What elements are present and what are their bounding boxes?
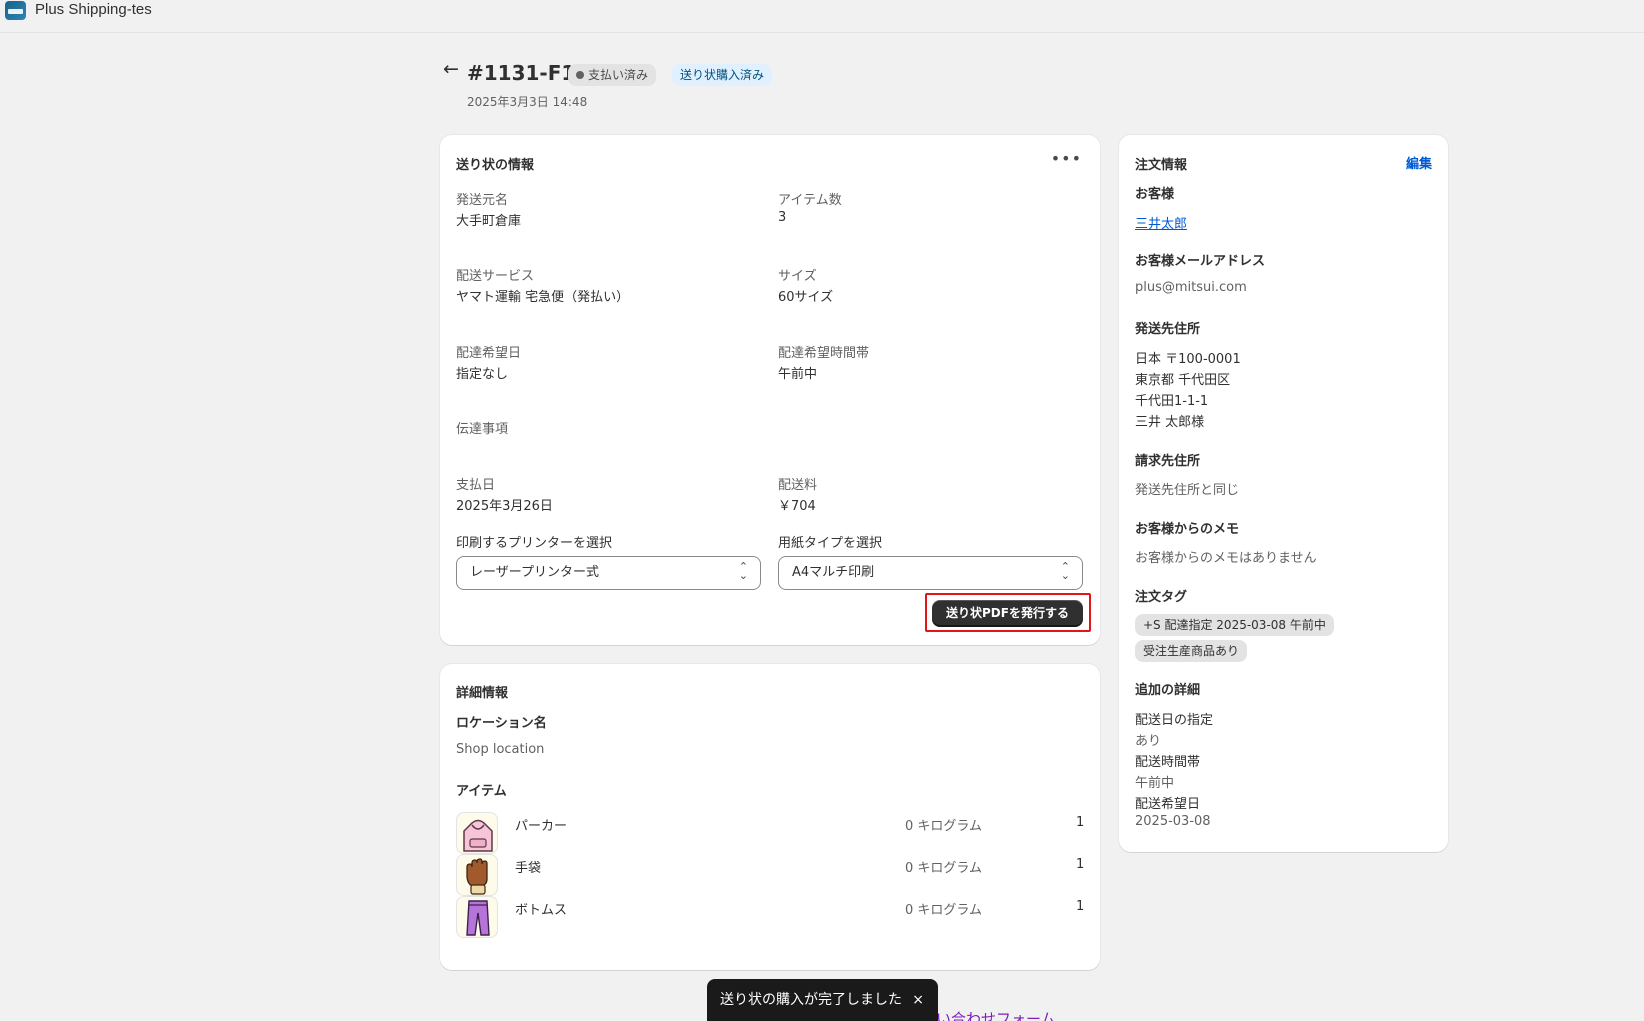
- order-tag: 受注生産商品あり: [1135, 640, 1248, 662]
- ship-address-line: 東京都 千代田区: [1135, 373, 1231, 388]
- ship-address-line: 日本 〒100-0001: [1135, 352, 1241, 367]
- page-title: #1131-F1: [467, 61, 576, 85]
- extra-detail-key: 配送希望日: [1135, 797, 1201, 812]
- size-label: サイズ: [778, 269, 817, 284]
- extra-detail-value: あり: [1135, 734, 1162, 749]
- item-name: パーカー: [515, 819, 568, 834]
- details-card: 詳細情報 ロケーション名 Shop location アイテム パーカー 0 キ…: [440, 664, 1100, 970]
- service-label: 配送サービス: [456, 269, 535, 284]
- item-weight: 0 キログラム: [905, 861, 983, 876]
- printer-select[interactable]: レーザープリンター式 ⌃ ⌄: [456, 556, 761, 590]
- delivery-date-value: 指定なし: [456, 367, 509, 382]
- fee-label: 配送料: [778, 478, 818, 493]
- paper-select-label: 用紙タイプを選択: [778, 536, 883, 551]
- ship-address-line: 千代田1-1-1: [1135, 394, 1209, 409]
- sender-label: 発送元名: [456, 193, 509, 208]
- extra-detail-value: 2025-03-08: [1135, 814, 1211, 829]
- ship-address-line: 三井 太郎様: [1135, 415, 1205, 430]
- email-value: plus@mitsui.com: [1135, 280, 1247, 295]
- printer-select-label: 印刷するプリンターを選択: [456, 536, 613, 551]
- card-title: 注文情報: [1135, 158, 1188, 173]
- close-icon[interactable]: ×: [912, 979, 924, 1021]
- paper-type-select[interactable]: A4マルチ印刷 ⌃ ⌄: [778, 556, 1083, 590]
- item-name: ボトムス: [515, 903, 568, 918]
- order-tag: +S 配達指定 2025-03-08 午前中: [1135, 614, 1334, 636]
- bill-address-label: 請求先住所: [1135, 454, 1201, 469]
- extra-detail-value: 午前中: [1135, 776, 1175, 791]
- select-chevron-icon: ⌃ ⌄: [1060, 560, 1070, 582]
- sender-value: 大手町倉庫: [456, 214, 522, 229]
- app-title: Plus Shipping-tes: [35, 1, 152, 18]
- item-name: 手袋: [515, 861, 542, 876]
- payment-status-badge: 支払い済み: [568, 64, 657, 86]
- contact-form-link[interactable]: い合わせフォーム: [936, 1008, 1056, 1021]
- item-qty: 1: [1076, 899, 1085, 914]
- delivery-time-label: 配達希望時間帯: [778, 346, 870, 361]
- memo-label: お客様からのメモ: [1135, 522, 1240, 537]
- extra-details-label: 追加の詳細: [1135, 683, 1201, 698]
- item-weight: 0 キログラム: [905, 903, 983, 918]
- app-topbar: Plus Shipping-tes: [0, 0, 1644, 33]
- pants-icon: [456, 896, 498, 938]
- delivery-date-label: 配達希望日: [456, 346, 522, 361]
- pay-date-value: 2025年3月26日: [456, 499, 553, 514]
- email-label: お客様メールアドレス: [1135, 254, 1266, 269]
- extra-detail-key: 配送日の指定: [1135, 713, 1214, 728]
- fee-value: ￥704: [778, 499, 816, 514]
- order-date: 2025年3月3日 14:48: [467, 95, 588, 109]
- toast-message: 送り状の購入が完了しました: [720, 992, 902, 1008]
- customer-name-link[interactable]: 三井太郎: [1135, 213, 1187, 232]
- location-value: Shop location: [456, 742, 545, 757]
- select-chevron-icon: ⌃ ⌄: [738, 560, 748, 582]
- issue-label-pdf-button[interactable]: 送り状PDFを発行する: [932, 600, 1083, 627]
- items-label: アイテム: [456, 784, 507, 799]
- customer-label: お客様: [1135, 187, 1175, 202]
- toast-notification: 送り状の購入が完了しました ×: [707, 979, 938, 1021]
- shipping-label-card: 送り状の情報 ••• 発送元名 大手町倉庫 アイテム数 3 配送サービス ヤマト…: [440, 135, 1100, 645]
- size-value: 60サイズ: [778, 290, 834, 305]
- item-count-label: アイテム数: [778, 193, 842, 208]
- order-info-card: 注文情報 編集 お客様 三井太郎 お客様メールアドレス plus@mitsui.…: [1119, 135, 1448, 852]
- printer-select-value: レーザープリンター式: [470, 565, 599, 580]
- paper-select-value: A4マルチ印刷: [792, 565, 875, 580]
- more-actions-icon[interactable]: •••: [1051, 149, 1082, 168]
- edit-link[interactable]: 編集: [1406, 153, 1432, 172]
- hoodie-icon: [456, 812, 498, 854]
- location-label: ロケーション名: [456, 716, 547, 731]
- bill-address-value: 発送先住所と同じ: [1135, 483, 1240, 498]
- label-status-badge: 送り状購入済み: [672, 64, 773, 86]
- pay-date-label: 支払日: [456, 478, 496, 493]
- tags-label: 注文タグ: [1135, 590, 1188, 605]
- item-qty: 1: [1076, 815, 1085, 830]
- delivery-time-value: 午前中: [778, 367, 818, 382]
- card-title: 詳細情報: [456, 686, 509, 701]
- back-arrow-icon[interactable]: ←: [443, 58, 459, 80]
- ship-address-label: 発送先住所: [1135, 322, 1201, 337]
- item-count-value: 3: [778, 210, 787, 225]
- glove-icon: [456, 854, 498, 896]
- card-title: 送り状の情報: [456, 158, 535, 173]
- service-value: ヤマト運輸 宅急便（発払い）: [456, 290, 630, 305]
- extra-detail-key: 配送時間帯: [1135, 755, 1201, 770]
- item-weight: 0 キログラム: [905, 819, 983, 834]
- app-logo-icon: [5, 1, 26, 20]
- memo-value: お客様からのメモはありません: [1135, 551, 1317, 566]
- item-qty: 1: [1076, 857, 1085, 872]
- notes-label: 伝達事項: [456, 422, 509, 437]
